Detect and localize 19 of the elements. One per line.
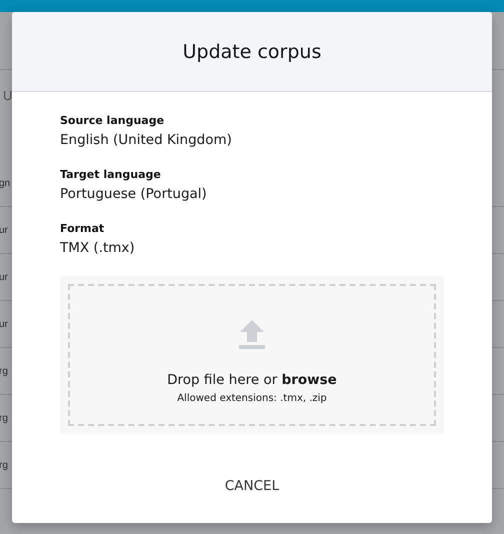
field-label: Target language — [60, 168, 162, 182]
background-text: rg — [0, 460, 8, 470]
field-value: TMX (.tmx) — [60, 239, 136, 258]
upload-icon — [239, 320, 265, 349]
background-text: U — [3, 88, 12, 103]
background-text: ur — [0, 272, 8, 282]
drop-instruction: Drop file here or browse — [167, 372, 337, 388]
background-text: ur — [0, 224, 8, 236]
background-text: rg — [0, 366, 8, 376]
background-text: rg — [0, 412, 8, 424]
field-label: Source language — [60, 114, 166, 128]
field-value: English (United Kingdom) — [60, 131, 233, 150]
allowed-extensions: Allowed extensions: .tmx, .zip — [177, 393, 327, 404]
cancel-button[interactable]: CANCEL — [216, 474, 288, 498]
field-label: Format — [60, 222, 106, 236]
file-drop-zone[interactable]: Drop file here or browse Allowed extensions: .tmx, .zip — [60, 276, 444, 434]
background-text: ur — [0, 318, 8, 330]
dialog-title: Update corpus — [182, 40, 322, 62]
field-value: Portuguese (Portugal) — [60, 185, 208, 204]
